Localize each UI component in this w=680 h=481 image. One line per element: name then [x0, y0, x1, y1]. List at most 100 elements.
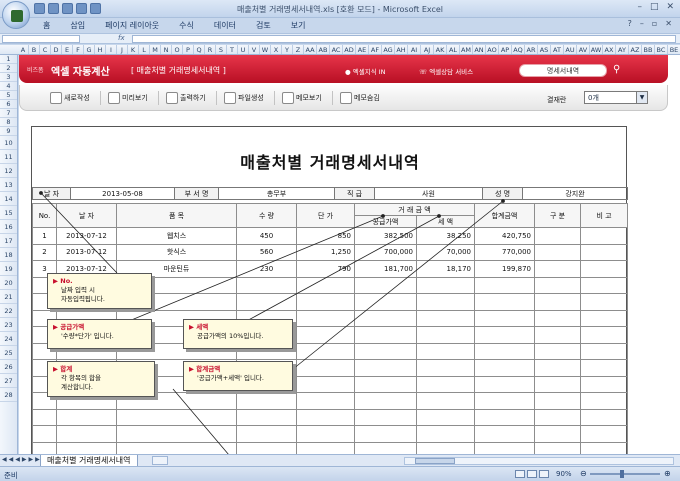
tab-view[interactable]: 보기 — [288, 20, 309, 31]
page-layout-view-icon[interactable] — [527, 470, 537, 478]
row-header[interactable]: 22 — [0, 304, 17, 318]
tab-page-layout[interactable]: 페이지 레이아웃 — [102, 20, 162, 31]
dept-value[interactable]: 총무부 — [218, 187, 335, 200]
row-header[interactable]: 27 — [0, 374, 17, 388]
column-header[interactable]: F — [73, 45, 84, 54]
table-cell[interactable]: 1,250 — [296, 243, 355, 261]
column-header[interactable]: AE — [356, 45, 369, 54]
date-value[interactable]: 2013-05-08 — [70, 187, 175, 200]
table-cell[interactable] — [474, 276, 535, 294]
table-cell[interactable] — [580, 276, 628, 294]
table-cell[interactable] — [580, 408, 628, 426]
table-cell[interactable] — [56, 408, 117, 426]
table-cell[interactable] — [116, 441, 237, 454]
table-cell[interactable] — [354, 375, 417, 393]
row-header[interactable]: 11 — [0, 150, 17, 164]
table-cell[interactable] — [416, 392, 475, 410]
row-header[interactable]: 4 — [0, 82, 17, 91]
column-header[interactable]: AW — [590, 45, 603, 54]
name-value[interactable]: 강지완 — [522, 187, 628, 200]
table-cell[interactable] — [474, 408, 535, 426]
table-cell[interactable] — [296, 359, 355, 377]
column-header[interactable]: D — [51, 45, 62, 54]
row-header[interactable]: 5 — [0, 91, 17, 100]
row-header[interactable]: 15 — [0, 206, 17, 220]
table-cell[interactable] — [534, 359, 581, 377]
tab-review[interactable]: 검토 — [253, 20, 274, 31]
table-cell[interactable] — [236, 441, 297, 454]
row-header[interactable]: 21 — [0, 290, 17, 304]
table-cell[interactable]: 2013-07-12 — [56, 227, 117, 245]
row-header[interactable]: 3 — [0, 73, 17, 82]
worksheet[interactable]: 비즈폼 엑셀 자동계산 [ 매출처별 거래명세서내역 ] ● 엑셀지식 IN ☏… — [19, 55, 680, 454]
column-header[interactable]: W — [260, 45, 271, 54]
table-cell[interactable]: 2 — [32, 243, 57, 261]
row-header[interactable]: 9 — [0, 127, 17, 136]
table-cell[interactable] — [416, 326, 475, 344]
column-header[interactable]: AM — [460, 45, 473, 54]
table-cell[interactable] — [474, 326, 535, 344]
table-cell[interactable] — [474, 425, 535, 443]
column-header[interactable]: O — [172, 45, 183, 54]
formula-input[interactable] — [132, 35, 676, 43]
table-cell[interactable] — [534, 260, 581, 278]
table-cell[interactable] — [580, 260, 628, 278]
row-header[interactable]: 18 — [0, 248, 17, 262]
table-cell[interactable] — [56, 425, 117, 443]
row-header[interactable]: 8 — [0, 118, 17, 127]
table-cell[interactable] — [354, 326, 417, 344]
table-cell[interactable]: 1 — [32, 227, 57, 245]
column-header[interactable]: Y — [282, 45, 293, 54]
table-cell[interactable] — [354, 425, 417, 443]
table-cell[interactable]: 핫식스 — [116, 243, 237, 261]
table-cell[interactable] — [416, 309, 475, 327]
column-header[interactable]: AF — [369, 45, 382, 54]
table-cell[interactable]: 199,870 — [474, 260, 535, 278]
row-header[interactable]: 20 — [0, 276, 17, 290]
column-header[interactable]: AL — [447, 45, 460, 54]
table-cell[interactable] — [32, 441, 57, 454]
table-cell[interactable] — [236, 293, 297, 311]
tab-formulas[interactable]: 수식 — [176, 20, 197, 31]
table-cell[interactable] — [534, 408, 581, 426]
column-header[interactable]: V — [249, 45, 260, 54]
column-header[interactable]: L — [139, 45, 150, 54]
column-header[interactable]: A — [18, 45, 29, 54]
table-cell[interactable] — [416, 441, 475, 454]
table-cell[interactable]: 18,170 — [416, 260, 475, 278]
tab-insert[interactable]: 삽입 — [67, 20, 88, 31]
new-button[interactable]: 새로작성 — [50, 91, 90, 105]
zoom-level[interactable]: 90% — [556, 470, 572, 478]
table-cell[interactable] — [580, 425, 628, 443]
table-cell[interactable] — [580, 392, 628, 410]
table-cell[interactable] — [534, 326, 581, 344]
table-cell[interactable] — [56, 441, 117, 454]
table-cell[interactable] — [354, 342, 417, 360]
column-header[interactable]: AV — [577, 45, 590, 54]
table-cell[interactable] — [236, 392, 297, 410]
column-header[interactable]: AH — [395, 45, 408, 54]
column-header[interactable]: M — [150, 45, 161, 54]
row-header[interactable]: 26 — [0, 360, 17, 374]
table-cell[interactable] — [474, 441, 535, 454]
table-cell[interactable]: 560 — [236, 243, 297, 261]
table-cell[interactable] — [296, 293, 355, 311]
table-cell[interactable] — [296, 326, 355, 344]
maximize-icon[interactable]: □ — [650, 2, 659, 12]
table-cell[interactable] — [474, 359, 535, 377]
search-icon[interactable]: ⚲ — [613, 64, 625, 76]
table-cell[interactable]: 2013-07-12 — [56, 243, 117, 261]
table-cell[interactable] — [416, 425, 475, 443]
minimize-icon[interactable]: – — [637, 2, 642, 12]
row-header[interactable]: 24 — [0, 332, 17, 346]
table-cell[interactable]: 770,000 — [474, 243, 535, 261]
excel-consult-link[interactable]: ☏ 엑셀상담 서비스 — [419, 66, 473, 76]
table-cell[interactable] — [580, 243, 628, 261]
column-header[interactable]: I — [106, 45, 117, 54]
row-header[interactable]: 2 — [0, 64, 17, 73]
row-header[interactable]: 16 — [0, 220, 17, 234]
scroll-thumb[interactable] — [415, 458, 455, 464]
column-header[interactable]: BB — [642, 45, 655, 54]
column-header[interactable]: P — [183, 45, 194, 54]
tab-home[interactable]: 홈 — [40, 20, 53, 31]
